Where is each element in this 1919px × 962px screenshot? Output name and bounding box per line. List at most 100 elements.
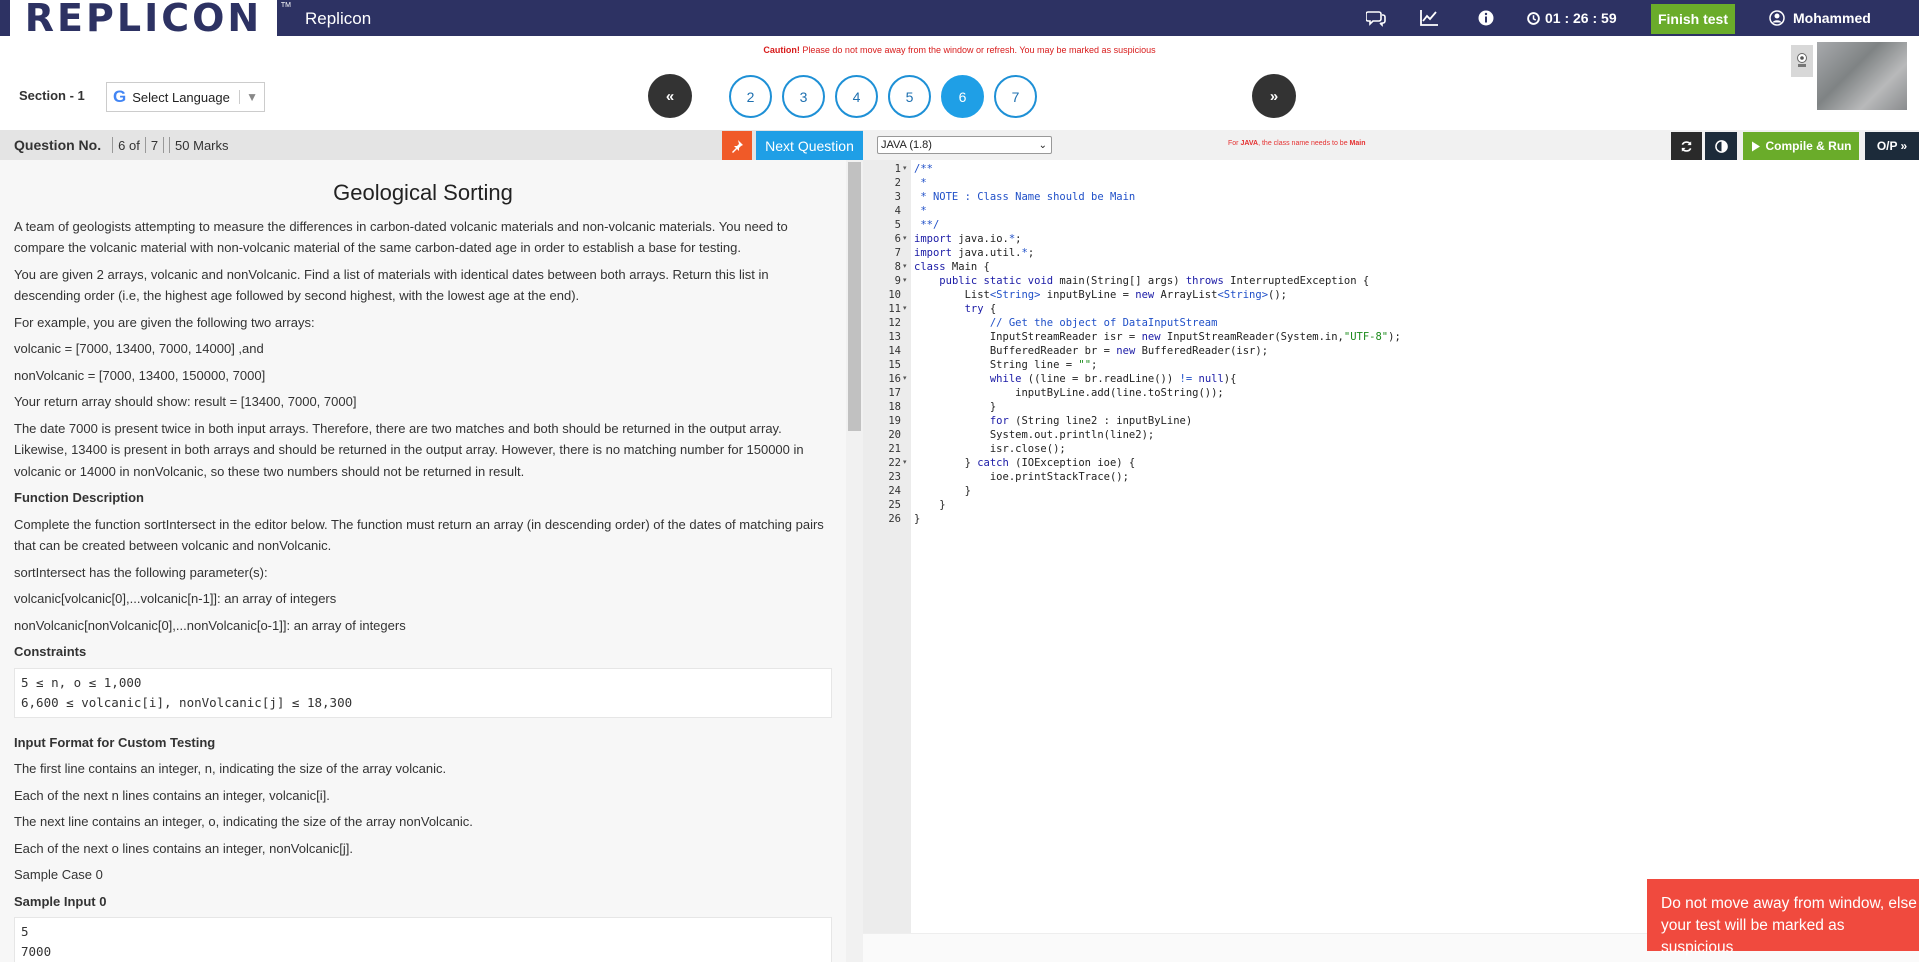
info-icon[interactable]	[1476, 8, 1496, 28]
code-line[interactable]: System.out.println(line2);	[914, 428, 1154, 442]
code-line[interactable]: class Main {	[914, 260, 990, 274]
line-number: 4	[894, 205, 901, 217]
line-number: 18	[888, 401, 901, 413]
divider	[169, 137, 171, 153]
finish-test-button[interactable]: Finish test	[1651, 4, 1735, 34]
code-line[interactable]: InputStreamReader isr = new InputStreamR…	[914, 330, 1401, 344]
code-line[interactable]: ioe.printStackTrace();	[914, 470, 1129, 484]
code-line[interactable]: } catch (IOException ioe) {	[914, 456, 1136, 470]
language-select[interactable]: JAVA (1.8) ⌄	[877, 136, 1052, 154]
code-line[interactable]: List<String> inputByLine = new ArrayList…	[914, 288, 1287, 302]
question-panel: Geological Sorting A team of geologists …	[0, 160, 846, 962]
question-6-button[interactable]: 6	[941, 75, 984, 118]
pin-button[interactable]	[722, 131, 752, 160]
play-icon	[1751, 141, 1760, 151]
note-java: JAVA	[1240, 140, 1259, 147]
code-line[interactable]: while ((line = br.readLine()) != null){	[914, 372, 1237, 386]
code-line[interactable]: String line = "";	[914, 358, 1098, 372]
brand-name: Replicon	[305, 9, 372, 28]
output-button[interactable]: O/P »	[1865, 132, 1919, 160]
question-paragraph: For example, you are given the following…	[14, 314, 315, 330]
question-paragraph: volcanic = [7000, 13400, 7000, 14000] ,a…	[14, 341, 264, 356]
code-line[interactable]: }	[914, 498, 945, 512]
section-label: Section - 1	[19, 88, 85, 103]
code-line[interactable]: try {	[914, 302, 997, 316]
code-editor[interactable]: /** * * NOTE : Class Name should be Main…	[911, 160, 1919, 933]
divider	[163, 137, 165, 153]
clock-icon	[1527, 11, 1540, 25]
line-number: 21	[888, 443, 901, 455]
code-line[interactable]: }	[914, 400, 996, 414]
line-number: 6	[894, 233, 901, 245]
line-number: 24	[888, 485, 901, 497]
code-line[interactable]: import java.util.*;	[914, 246, 1034, 260]
divider	[144, 137, 146, 153]
question-7-button[interactable]: 7	[994, 75, 1037, 118]
logo-text: REPLICON	[24, 0, 263, 40]
code-line[interactable]: * NOTE : Class Name should be Main	[914, 190, 1135, 204]
question-paragraph: sortIntersect has the following paramete…	[14, 564, 268, 580]
input-format-heading: Input Format for Custom Testing	[14, 734, 216, 750]
output-arrow-icon: »	[1900, 139, 1908, 153]
question-paragraph: Each of the next o lines contains an int…	[14, 840, 353, 856]
note-mid: , the class name needs to be	[1258, 140, 1350, 147]
user-icon	[1769, 10, 1785, 26]
code-line[interactable]: import java.io.*;	[914, 232, 1022, 246]
caution-banner: Caution! Please do not move away from th…	[0, 45, 1919, 55]
theme-toggle-button[interactable]	[1705, 132, 1737, 160]
reset-code-button[interactable]	[1671, 132, 1702, 160]
chat-icon[interactable]	[1366, 8, 1386, 28]
question-scrollbar-thumb[interactable]	[848, 162, 861, 431]
user-name: Mohammed	[1793, 10, 1871, 26]
line-number: 15	[888, 359, 901, 371]
note-main: Main	[1349, 140, 1366, 147]
code-line[interactable]: inputByLine.add(line.toString());	[914, 386, 1224, 400]
next-question-button[interactable]: Next Question	[756, 131, 863, 160]
fold-toggle-icon[interactable]: ▾	[903, 456, 907, 470]
code-line[interactable]: **/	[914, 218, 939, 232]
question-4-button[interactable]: 4	[835, 75, 878, 118]
code-line[interactable]: /**	[914, 162, 933, 176]
line-number: 3	[894, 191, 901, 203]
webcam-icon	[1791, 45, 1813, 77]
code-line[interactable]: // Get the object of DataInputStream	[914, 316, 1218, 330]
fold-toggle-icon[interactable]: ▾	[903, 232, 907, 246]
line-number: 26	[888, 513, 901, 525]
code-line[interactable]: *	[914, 176, 926, 190]
code-line[interactable]: isr.close();	[914, 442, 1066, 456]
line-number: 8	[894, 261, 901, 273]
question-2-button[interactable]: 2	[729, 75, 772, 118]
next-questions-button[interactable]: »	[1252, 74, 1296, 118]
select-language-dropdown[interactable]: G Select Language ▼	[106, 82, 265, 112]
line-number: 12	[888, 317, 901, 329]
fold-toggle-icon[interactable]: ▾	[903, 302, 907, 316]
previous-questions-button[interactable]: «	[648, 74, 692, 118]
fold-toggle-icon[interactable]: ▾	[903, 372, 907, 386]
fold-toggle-icon[interactable]: ▾	[903, 162, 907, 176]
chart-icon[interactable]	[1419, 8, 1439, 28]
toast-line: your test will be marked as suspicious	[1661, 917, 1845, 956]
code-line[interactable]: }	[914, 484, 971, 498]
fold-toggle-icon[interactable]: ▾	[903, 274, 907, 288]
code-line[interactable]: for (String line2 : inputByLine)	[914, 414, 1192, 428]
compile-run-button[interactable]: Compile & Run	[1743, 132, 1859, 160]
code-line[interactable]: BufferedReader br = new BufferedReader(i…	[914, 344, 1268, 358]
language-value: JAVA (1.8)	[881, 139, 932, 151]
question-3-button[interactable]: 3	[782, 75, 825, 118]
line-number: 16	[888, 373, 901, 385]
line-number: 7	[894, 247, 901, 259]
question-paragraph: volcanic[volcanic[0],...volcanic[n-1]]: …	[14, 591, 337, 606]
line-number: 19	[888, 415, 901, 427]
code-line[interactable]: public static void main(String[] args) t…	[914, 274, 1369, 288]
fold-toggle-icon[interactable]: ▾	[903, 260, 907, 274]
line-number: 20	[888, 429, 901, 441]
user-menu[interactable]: Mohammed	[1769, 10, 1871, 26]
question-5-button[interactable]: 5	[888, 75, 931, 118]
compile-run-label: Compile & Run	[1765, 139, 1852, 153]
code-line[interactable]: }	[914, 512, 920, 526]
caution-text: Please do not move away from the window …	[799, 45, 1156, 55]
code-line[interactable]: *	[914, 204, 926, 218]
question-paragraph: nonVolcanic[nonVolcanic[0],...nonVolcani…	[14, 617, 406, 633]
constraints-heading: Constraints	[14, 644, 87, 659]
line-number: 5	[894, 219, 901, 231]
